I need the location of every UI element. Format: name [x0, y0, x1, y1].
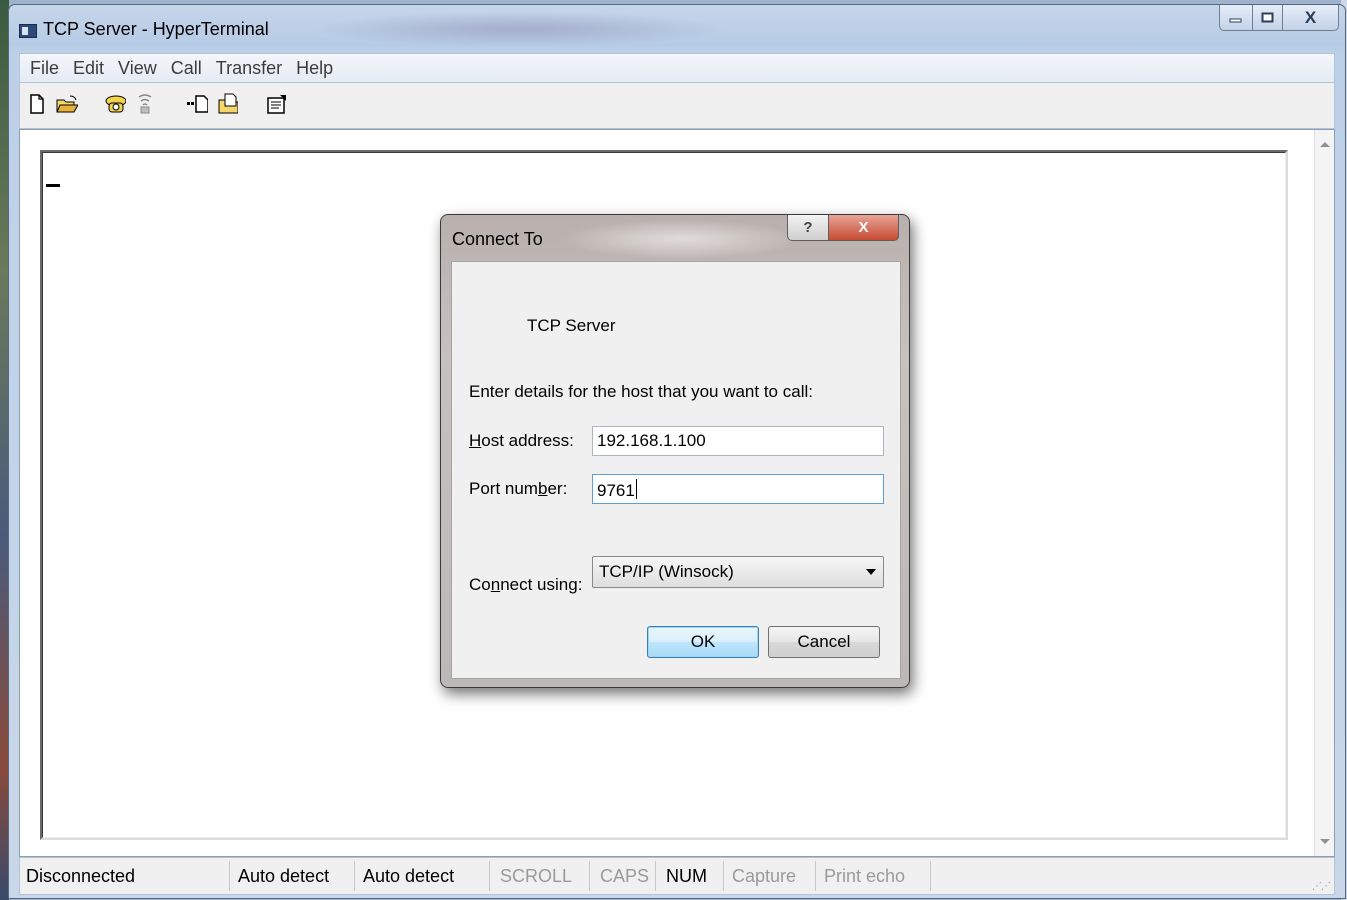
connect-using-value: TCP/IP (Winsock) [599, 562, 734, 581]
terminal-cursor [46, 184, 60, 187]
status-bar: Disconnected Auto detect Auto detect SCR… [19, 857, 1335, 895]
hyperterminal-icon[interactable] [19, 24, 37, 38]
host-address-input[interactable]: 192.168.1.100 [592, 426, 884, 456]
dialog-prompt: Enter details for the host that you want… [469, 382, 813, 401]
menu-file[interactable]: File [30, 58, 59, 79]
new-document-icon[interactable] [26, 93, 48, 115]
window-title: TCP Server - HyperTerminal [43, 19, 269, 39]
toolbar [19, 83, 1335, 129]
send-file-icon[interactable] [186, 93, 208, 115]
close-icon: X [1304, 7, 1317, 27]
status-caps: CAPS [590, 861, 656, 891]
minimize-button[interactable] [1219, 5, 1253, 31]
title-bar-glow [309, 11, 729, 47]
scroll-down-arrow-icon[interactable] [1320, 839, 1330, 844]
port-number-input[interactable]: 9761 [592, 474, 884, 504]
dialog-title: Connect To [452, 229, 543, 249]
dialog-help-button[interactable]: ? [787, 215, 829, 241]
connection-name: TCP Server [527, 316, 616, 335]
scroll-up-arrow-icon[interactable] [1320, 142, 1330, 147]
open-folder-icon[interactable] [56, 93, 78, 115]
maximize-icon [1261, 12, 1273, 22]
hang-up-icon[interactable] [134, 93, 156, 115]
text-caret [635, 479, 637, 499]
dialog-body: TCP Server Enter details for the host th… [451, 261, 901, 679]
vertical-scrollbar[interactable] [1314, 130, 1334, 856]
status-print-echo: Print echo [816, 861, 931, 891]
status-connection: Disconnected [20, 861, 230, 891]
port-number-value: 9761 [597, 481, 635, 500]
menu-bar: File Edit View Call Transfer Help [19, 53, 1335, 83]
connect-to-dialog: Connect To ? X TCP Server Enter details … [440, 214, 910, 688]
maximize-button[interactable] [1253, 5, 1283, 31]
minimize-icon [1229, 18, 1242, 22]
close-icon: X [858, 219, 869, 236]
port-number-label: Port number: [469, 479, 568, 498]
cancel-button[interactable]: Cancel [768, 626, 880, 658]
phone-call-icon[interactable] [104, 93, 126, 115]
receive-file-icon[interactable] [216, 93, 238, 115]
connect-using-select[interactable]: TCP/IP (Winsock) [592, 556, 884, 588]
status-detect-2: Auto detect [355, 861, 490, 891]
status-detect-1: Auto detect [230, 861, 355, 891]
menu-call[interactable]: Call [171, 58, 202, 79]
title-bar[interactable]: TCP Server - HyperTerminal X [9, 5, 1345, 51]
menu-view[interactable]: View [118, 58, 157, 79]
status-scroll: SCROLL [490, 861, 590, 891]
chevron-down-icon [866, 569, 876, 575]
menu-transfer[interactable]: Transfer [216, 58, 282, 79]
ok-button[interactable]: OK [647, 626, 759, 658]
host-address-value: 192.168.1.100 [597, 431, 706, 450]
connect-using-label: Connect using: [469, 575, 583, 594]
help-icon: ? [803, 219, 813, 236]
host-address-label: Host address: [469, 431, 574, 450]
menu-edit[interactable]: Edit [73, 58, 104, 79]
dialog-close-button[interactable]: X [829, 215, 899, 241]
properties-icon[interactable] [266, 93, 288, 115]
status-num: NUM [656, 861, 724, 891]
menu-help[interactable]: Help [296, 58, 333, 79]
close-button[interactable]: X [1283, 5, 1339, 31]
status-capture: Capture [724, 861, 816, 891]
resize-grip-icon[interactable]: ⋰⋰ [1312, 881, 1331, 892]
